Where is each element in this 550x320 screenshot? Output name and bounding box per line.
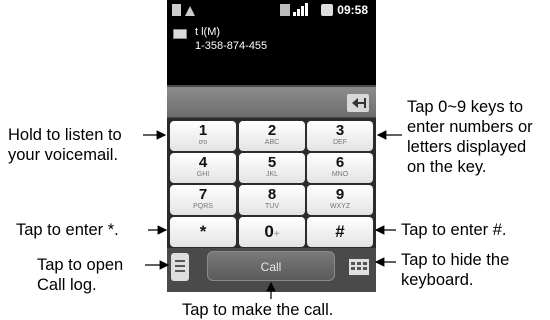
annotation-arrows [143,130,402,299]
